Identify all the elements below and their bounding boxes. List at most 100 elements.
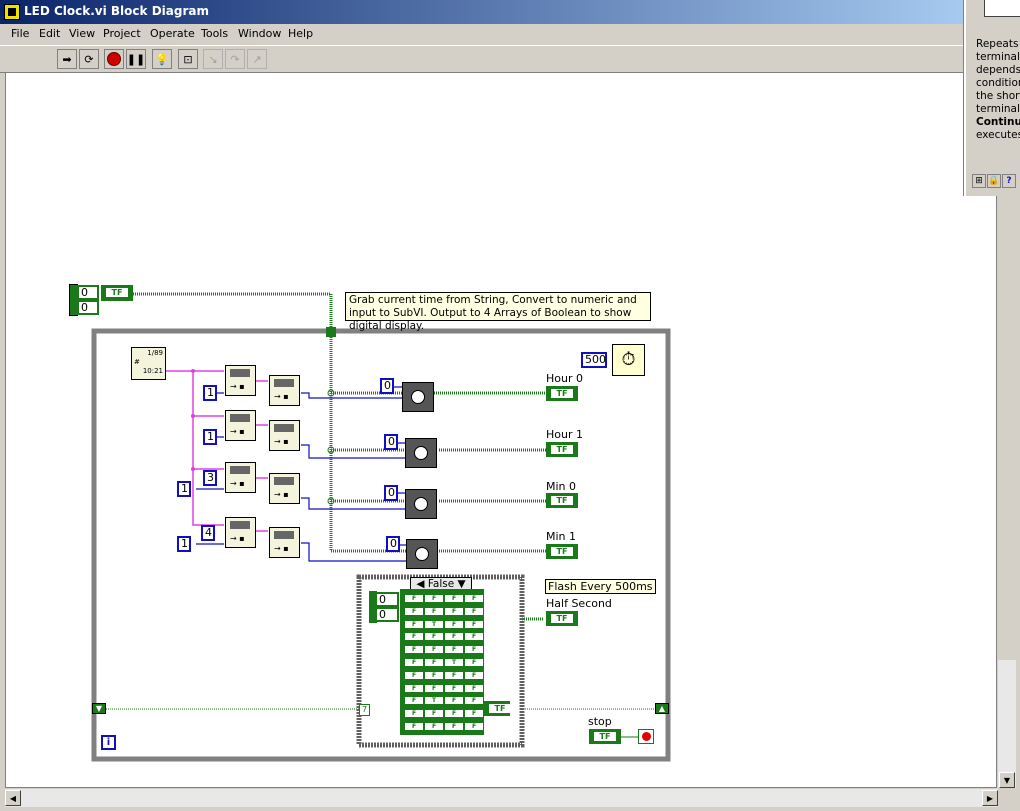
menu-project[interactable]: Project [103, 27, 141, 40]
boolean-cell[interactable]: F [464, 683, 484, 693]
iteration-terminal[interactable]: i [101, 735, 116, 750]
length-const-3[interactable]: 1 [177, 536, 191, 552]
decimal-to-number-node-2[interactable] [269, 473, 300, 504]
help-lock-icon[interactable]: 🔒 [987, 174, 1001, 188]
shift-register-left[interactable]: ▼ [92, 703, 106, 714]
scroll-right-icon[interactable]: ▶ [982, 790, 998, 806]
split-string-node-2[interactable] [225, 462, 256, 493]
boolean-cell[interactable]: F [424, 606, 444, 616]
run-arrow-icon[interactable]: ➡ [57, 49, 77, 69]
clock-const-2[interactable]: 0 [384, 485, 398, 501]
menu-file[interactable]: File [11, 27, 29, 40]
boolean-cell[interactable]: F [444, 594, 464, 603]
boolean-cell[interactable]: F [444, 632, 464, 642]
boolean-cell[interactable]: F [464, 670, 484, 680]
boolean-cell[interactable]: T [424, 619, 444, 629]
case-output-bool[interactable]: TF [484, 701, 511, 716]
title-bar[interactable]: LED Clock.vi Block Diagram [0, 0, 964, 24]
boolean-cell[interactable]: F [404, 709, 424, 719]
boolean-cell[interactable]: F [444, 722, 464, 731]
indicator-hour1[interactable]: TF [546, 442, 578, 457]
boolean-cell[interactable]: F [404, 606, 424, 616]
split-string-node-1[interactable] [225, 410, 256, 441]
boolean-cell[interactable]: F [424, 645, 444, 655]
indicator-hour0[interactable]: TF [546, 386, 578, 401]
scroll-down-icon[interactable]: ▼ [999, 772, 1015, 788]
boolean-cell[interactable]: F [404, 683, 424, 693]
boolean-cell[interactable]: F [404, 645, 424, 655]
boolean-cell[interactable]: F [444, 619, 464, 629]
boolean-cell[interactable]: F [404, 594, 424, 603]
menu-operate[interactable]: Operate [150, 27, 195, 40]
boolean-cell[interactable]: F [404, 670, 424, 680]
clock-subvi-1[interactable] [405, 438, 437, 468]
menu-view[interactable]: View [69, 27, 95, 40]
split-string-node-3[interactable] [225, 517, 256, 548]
boolean-cell[interactable]: F [424, 632, 444, 642]
boolean-cell[interactable]: F [464, 645, 484, 655]
decimal-to-number-node-0[interactable] [269, 375, 300, 406]
length-const-2[interactable]: 1 [177, 481, 191, 497]
shift-register-right[interactable]: ▲ [655, 703, 669, 714]
boolean-cell[interactable]: F [404, 696, 424, 706]
clock-const-1[interactable]: 0 [384, 434, 398, 450]
scroll-left-icon[interactable]: ◀ [5, 790, 21, 806]
boolean-matrix-constant[interactable]: FFFFFFFFFTFFFFFFFFFFFFTFFFFFFFFFFTFFFFFF… [400, 589, 484, 735]
offset-const-0[interactable]: 1 [203, 385, 217, 401]
pause-icon[interactable]: ❚❚ [126, 49, 146, 69]
boolean-cell[interactable]: F [404, 658, 424, 667]
boolean-cell[interactable]: F [424, 594, 444, 603]
menu-help[interactable]: Help [288, 27, 313, 40]
boolean-cell[interactable]: F [404, 619, 424, 629]
boolean-cell[interactable]: F [464, 619, 484, 629]
boolean-cell[interactable]: F [424, 709, 444, 719]
boolean-cell[interactable]: F [404, 722, 424, 731]
clock-subvi-3[interactable] [406, 539, 438, 569]
array-index-1[interactable]: 0 [77, 300, 99, 315]
step-into-icon[interactable]: ↘ [203, 49, 223, 69]
indicator-min0[interactable]: TF [546, 493, 578, 508]
boolean-cell[interactable]: F [464, 658, 484, 667]
format-date-time-node[interactable]: 1/89 # 10:21 [131, 347, 166, 380]
boolean-cell[interactable]: F [444, 696, 464, 706]
clock-subvi-0[interactable] [402, 382, 434, 412]
boolean-cell[interactable]: F [424, 658, 444, 667]
help-question-icon[interactable]: ? [1002, 174, 1016, 188]
split-string-node-0[interactable] [225, 365, 256, 396]
boolean-cell[interactable]: F [424, 722, 444, 731]
boolean-cell[interactable]: F [404, 632, 424, 642]
step-over-icon[interactable]: ↷ [225, 49, 245, 69]
stop-control[interactable]: TF [589, 729, 621, 744]
boolean-cell[interactable]: F [464, 594, 484, 603]
clock-const-0[interactable]: 0 [380, 378, 394, 394]
boolean-cell[interactable]: F [424, 683, 444, 693]
highlight-execution-icon[interactable]: 💡 [152, 49, 172, 69]
boolean-cell[interactable]: F [444, 709, 464, 719]
boolean-cell[interactable]: F [444, 606, 464, 616]
help-simple-icon[interactable]: ⊞ [972, 174, 986, 188]
boolean-cell[interactable]: F [444, 645, 464, 655]
case-array-index0[interactable]: 0 [375, 592, 399, 607]
offset-const-1[interactable]: 1 [203, 429, 217, 445]
loop-condition-terminal[interactable] [638, 729, 654, 744]
vertical-scrollbar[interactable]: ▼ [998, 660, 1016, 788]
boolean-cell[interactable]: F [464, 606, 484, 616]
clock-const-3[interactable]: 0 [386, 536, 400, 552]
boolean-cell[interactable]: F [444, 683, 464, 693]
case-array-index1[interactable]: 0 [375, 607, 399, 622]
boolean-array-control[interactable]: TF [101, 285, 133, 301]
decimal-to-number-node-3[interactable] [269, 527, 300, 558]
menu-tools[interactable]: Tools [201, 27, 228, 40]
boolean-control[interactable]: TF [103, 287, 131, 299]
boolean-cell[interactable]: T [424, 696, 444, 706]
run-continuously-icon[interactable]: ⟳ [79, 49, 99, 69]
boolean-cell[interactable]: F [444, 670, 464, 680]
block-diagram-canvas[interactable]: 0 0 TF Grab current time from String, Co… [5, 72, 997, 788]
wait-ms-constant[interactable]: 500 [581, 352, 607, 368]
offset-const-2[interactable]: 3 [203, 470, 217, 486]
boolean-cell[interactable]: T [444, 658, 464, 667]
boolean-cell[interactable]: F [464, 722, 484, 731]
metronome-icon[interactable]: ⏱ [612, 344, 645, 376]
diagram-comment[interactable]: Grab current time from String, Convert t… [345, 292, 651, 332]
indicator-min1[interactable]: TF [546, 544, 578, 559]
